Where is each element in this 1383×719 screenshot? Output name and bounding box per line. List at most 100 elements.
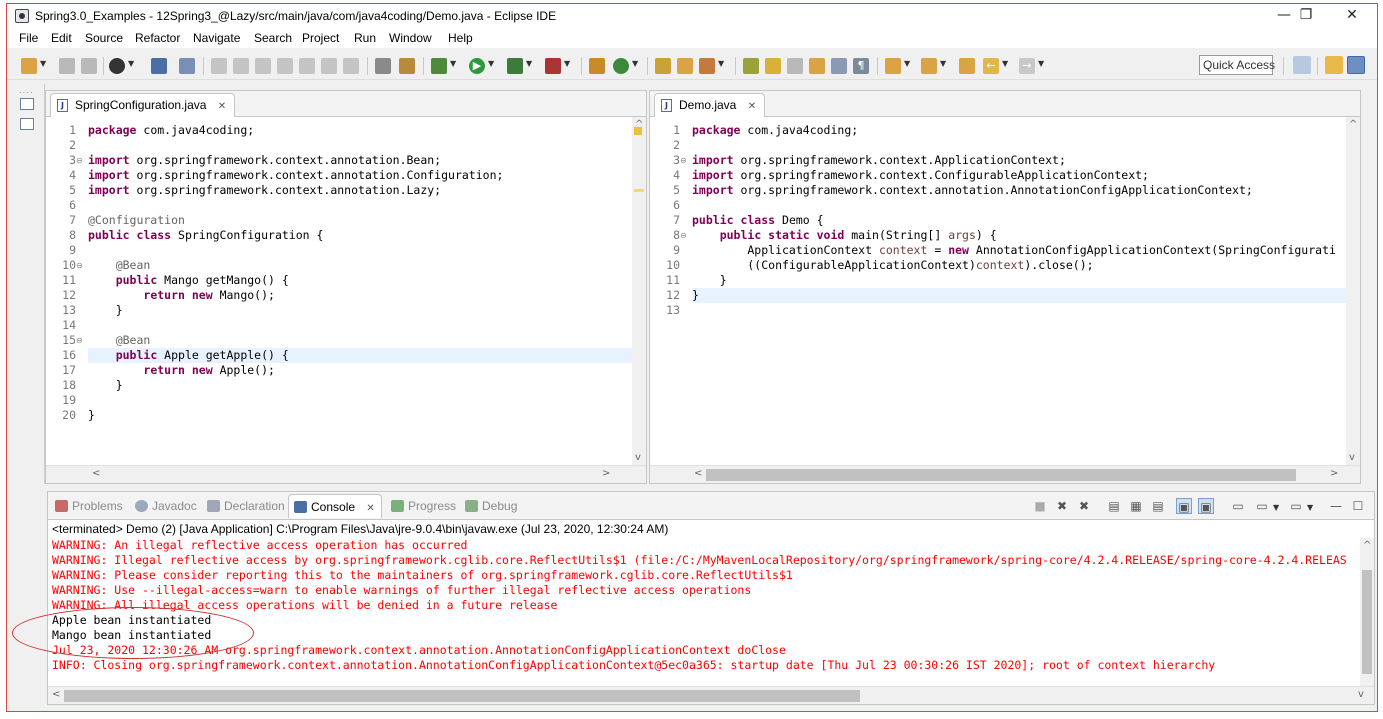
menu-refactor[interactable]: Refactor	[135, 31, 180, 45]
save-all-icon[interactable]	[81, 58, 97, 74]
word-wrap-icon[interactable]: ▤	[1150, 498, 1166, 514]
profile-icon[interactable]	[109, 58, 125, 74]
remove-launch-icon[interactable]: ✖	[1054, 498, 1070, 514]
source-code[interactable]: package com.java4coding; import org.sprin…	[692, 117, 1360, 465]
scroll-down-icon[interactable]: v	[1358, 689, 1364, 700]
menu-file[interactable]: File	[19, 31, 38, 45]
code-line[interactable]: @Bean	[88, 258, 151, 273]
chevron-down-icon[interactable]: ▼	[1307, 503, 1313, 512]
external-tools-icon[interactable]	[545, 58, 561, 74]
java-ee-perspective-icon[interactable]	[1325, 56, 1343, 74]
scroll-up-icon[interactable]: ^	[1349, 119, 1357, 130]
chevron-down-icon[interactable]: ▼	[1002, 59, 1008, 68]
code-line[interactable]: return new Mango();	[88, 288, 275, 303]
skip-breakpoints-icon[interactable]	[179, 58, 195, 74]
open-type-icon[interactable]	[655, 58, 671, 74]
code-line[interactable]: ApplicationContext context = new Annotat…	[692, 243, 1336, 258]
source-code[interactable]: package com.java4coding; import org.sprin…	[88, 117, 646, 465]
show-on-stdout-icon[interactable]: ▣	[1176, 498, 1192, 514]
show-whitespace-icon[interactable]: ¶	[853, 58, 869, 74]
scroll-up-icon[interactable]: ^	[1363, 540, 1371, 551]
overview-marker[interactable]	[634, 189, 644, 192]
vertical-scrollbar[interactable]: ^ v	[1346, 117, 1360, 465]
new-java-class-icon[interactable]	[613, 58, 629, 74]
save-icon[interactable]	[59, 58, 75, 74]
fold-toggle-icon[interactable]: ⊖	[76, 261, 83, 270]
code-line[interactable]: import org.springframework.context.annot…	[88, 153, 441, 168]
tab-declaration[interactable]: Declaration	[202, 494, 291, 518]
remove-all-terminated-icon[interactable]: ✖	[1076, 498, 1092, 514]
coverage-icon[interactable]	[507, 58, 523, 74]
scroll-left-icon[interactable]: <	[52, 689, 60, 700]
close-icon[interactable]: ✕	[366, 503, 374, 514]
code-line[interactable]: }	[88, 408, 95, 423]
maximize-button[interactable]: ❐	[1283, 4, 1329, 28]
vertical-scrollbar[interactable]: ^ v	[632, 117, 646, 465]
code-line[interactable]: }	[88, 303, 123, 318]
scroll-left-icon[interactable]: <	[92, 468, 100, 479]
code-area[interactable]: 1 2 3 ⊖ 4 5 6 7 8 ⊖ 9 10 11 12 13 package com.java4cod…	[650, 117, 1360, 465]
tab-console[interactable]: Console ✕	[288, 494, 382, 518]
fold-toggle-icon[interactable]: ⊖	[680, 231, 687, 240]
chevron-down-icon[interactable]: ▼	[718, 59, 724, 68]
code-line[interactable]: }	[692, 288, 699, 303]
code-area[interactable]: 1 2 3 ⊖ 4 5 6 7 8 9 10 ⊖ 11 12 13 14 15 ⊖ 16 17 18 19 20 packa…	[46, 117, 646, 465]
code-line[interactable]: public class Demo {	[692, 213, 824, 228]
code-line[interactable]: package com.java4coding;	[692, 123, 858, 138]
menu-project[interactable]: Project	[302, 31, 339, 45]
scroll-right-icon[interactable]: >	[1330, 468, 1338, 479]
scroll-lock-icon[interactable]: ▦	[1128, 498, 1144, 514]
code-line[interactable]: import org.springframework.context.Confi…	[692, 168, 1149, 183]
chevron-down-icon[interactable]: ▼	[564, 59, 570, 68]
horizontal-scrollbar[interactable]: < v	[48, 686, 1374, 704]
overview-warning-marker[interactable]	[634, 127, 642, 135]
chevron-down-icon[interactable]: ▼	[904, 59, 910, 68]
fold-toggle-icon[interactable]: ⊖	[76, 336, 83, 345]
code-line[interactable]: @Configuration	[88, 213, 185, 228]
restore-icon[interactable]	[20, 98, 34, 110]
word-wrap-icon[interactable]	[809, 58, 825, 74]
menu-source[interactable]: Source	[85, 31, 123, 45]
chevron-down-icon[interactable]: ▼	[488, 59, 494, 68]
chevron-down-icon[interactable]: ▼	[632, 59, 638, 68]
code-line[interactable]: import org.springframework.context.annot…	[692, 183, 1253, 198]
forward-icon[interactable]: →	[1019, 58, 1035, 74]
minimize-view-icon[interactable]: —	[1328, 498, 1344, 514]
tab-javadoc[interactable]: Javadoc	[130, 494, 203, 518]
scroll-down-icon[interactable]: v	[635, 452, 641, 463]
chevron-down-icon[interactable]: ▼	[40, 59, 46, 68]
run-icon[interactable]: ▶	[469, 58, 485, 74]
horizontal-scrollbar[interactable]: < >	[650, 465, 1360, 483]
next-annotation-icon[interactable]	[885, 58, 901, 74]
code-line[interactable]: public Apple getApple() {	[88, 348, 289, 363]
code-line[interactable]: import org.springframework.context.annot…	[88, 183, 441, 198]
drop-to-frame-icon[interactable]	[375, 58, 391, 74]
chevron-down-icon[interactable]: ▼	[1273, 503, 1279, 512]
drag-handle[interactable]: ····	[19, 88, 34, 97]
package-explorer-icon[interactable]	[20, 118, 34, 130]
tab-debug[interactable]: Debug	[460, 494, 523, 518]
last-edit-location-icon[interactable]	[959, 58, 975, 74]
open-console-icon[interactable]: ▭	[1288, 498, 1304, 514]
close-icon[interactable]: ✕	[218, 101, 226, 112]
scroll-down-icon[interactable]: v	[1349, 452, 1355, 463]
new-java-package-icon[interactable]	[589, 58, 605, 74]
fold-toggle-icon[interactable]: ⊖	[680, 156, 687, 165]
code-line[interactable]: return new Apple();	[88, 363, 275, 378]
show-on-stderr-icon[interactable]: ▣	[1198, 498, 1214, 514]
show-source-icon[interactable]	[831, 58, 847, 74]
tab-problems[interactable]: Problems	[50, 494, 129, 518]
horizontal-scrollbar[interactable]: < >	[46, 465, 646, 483]
debug-icon[interactable]	[431, 58, 447, 74]
code-line[interactable]: }	[692, 273, 727, 288]
toggle-highlight-icon[interactable]	[765, 58, 781, 74]
code-line[interactable]: package com.java4coding;	[88, 123, 254, 138]
toggle-mark-occurrences-icon[interactable]	[743, 58, 759, 74]
display-console-icon[interactable]: ▭	[1254, 498, 1270, 514]
use-step-filters-icon[interactable]	[399, 58, 415, 74]
code-line[interactable]: }	[88, 378, 123, 393]
menu-edit[interactable]: Edit	[51, 31, 72, 45]
open-perspective-icon[interactable]	[1293, 56, 1311, 74]
tab-spring-configuration[interactable]: J SpringConfiguration.java ✕	[50, 93, 236, 117]
menu-help[interactable]: Help	[448, 31, 473, 45]
